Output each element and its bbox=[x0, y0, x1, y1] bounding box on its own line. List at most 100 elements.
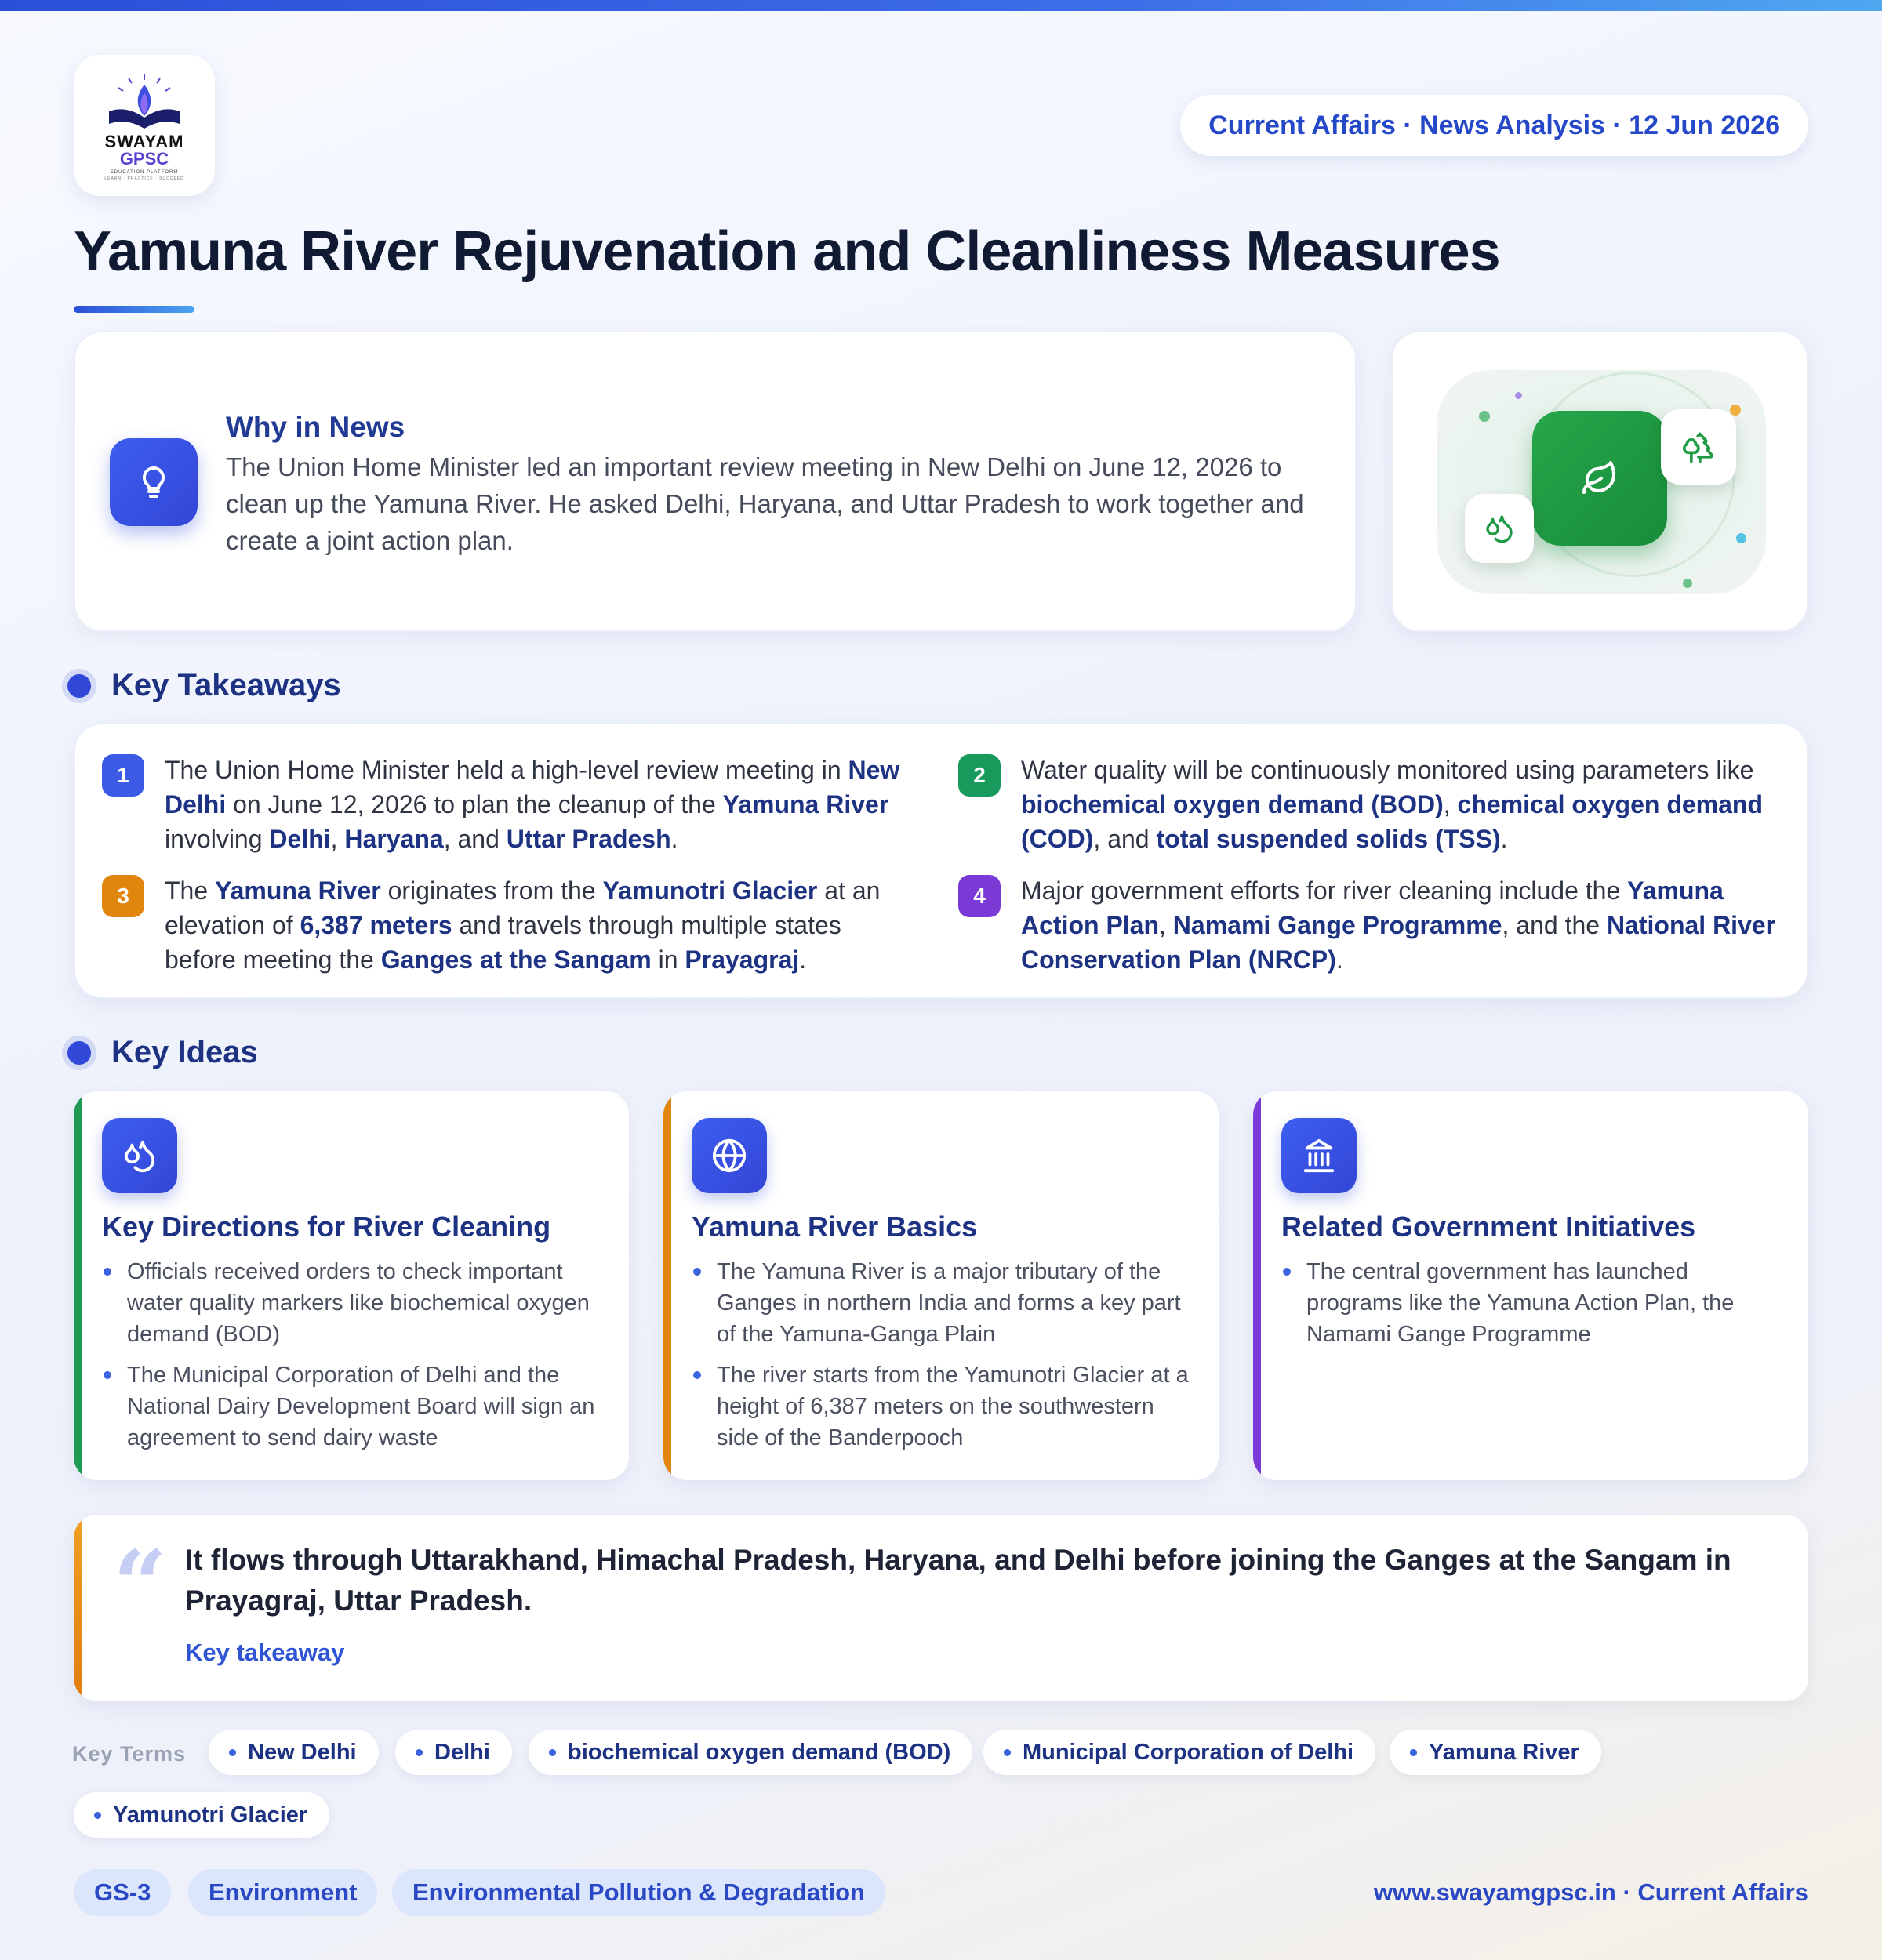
takeaway-text: Major government efforts for river clean… bbox=[1021, 873, 1782, 977]
landmark-icon bbox=[1281, 1118, 1357, 1193]
page-title: Yamuna River Rejuvenation and Cleanlines… bbox=[74, 220, 1501, 283]
takeaway-keyword: Namami Gange Programme bbox=[1172, 911, 1502, 939]
idea-title: Key Directions for River Cleaning bbox=[102, 1210, 551, 1243]
takeaway-number: 4 bbox=[958, 875, 1001, 917]
key-takeaways-header: Key Takeaways bbox=[67, 668, 341, 703]
logo-text-gpsc: GPSC bbox=[119, 148, 169, 169]
takeaway-segment: The bbox=[165, 877, 216, 905]
takeaway-segment: on June 12, 2026 to plan the cleanup of … bbox=[226, 790, 723, 818]
section-title: Key Takeaways bbox=[111, 668, 341, 702]
why-in-news-card: Why in News The Union Home Minister led … bbox=[74, 331, 1357, 632]
takeaway-keyword: Yamuna River bbox=[722, 790, 889, 818]
takeaway-segment: The Union Home Minister held a high-leve… bbox=[165, 756, 848, 784]
logo-tagline: LEARN · PRACTICE · SUCCEED bbox=[104, 176, 184, 181]
decor-dot bbox=[1515, 392, 1522, 399]
topic-tag[interactable]: GS-3 bbox=[74, 1869, 172, 1916]
idea-bullet: The river starts from the Yamunotri Glac… bbox=[692, 1359, 1194, 1454]
section-title: Key Ideas bbox=[111, 1035, 258, 1069]
takeaway-keyword: Yamunotri Glacier bbox=[602, 877, 818, 905]
takeaway-number: 3 bbox=[102, 875, 144, 917]
takeaway-keyword: Yamuna River bbox=[215, 877, 381, 905]
idea-card: Related Government Initiatives The centr… bbox=[1253, 1091, 1808, 1480]
takeaway-segment: , bbox=[1159, 911, 1173, 939]
takeaway-segment: , and bbox=[443, 825, 507, 853]
idea-bullets: The central government has launched prog… bbox=[1281, 1256, 1783, 1359]
footer-link[interactable]: www.swayamgpsc.in · Current Affairs bbox=[1374, 1878, 1808, 1907]
book-flame-icon bbox=[109, 73, 180, 129]
brand-logo[interactable]: SWAYAM GPSC EDUCATION PLATFORM LEARN · P… bbox=[74, 55, 215, 196]
takeaway-keyword: total suspended solids (TSS) bbox=[1156, 825, 1501, 853]
quote-mark-icon: “ bbox=[113, 1530, 168, 1640]
term-chip[interactable]: Yamuna River bbox=[1390, 1730, 1601, 1775]
news-body: The Union Home Minister led an important… bbox=[226, 452, 1304, 555]
takeaway-segment: , bbox=[330, 825, 345, 853]
takeaway-text: Water quality will be continuously monit… bbox=[1021, 753, 1782, 856]
takeaway-keyword: Prayagraj bbox=[685, 946, 800, 974]
takeaway-segment: , and bbox=[1093, 825, 1157, 853]
key-terms-label: Key Terms bbox=[72, 1742, 187, 1766]
takeaway-segment: . bbox=[1335, 946, 1343, 974]
illustration-card bbox=[1391, 331, 1808, 632]
top-accent-bar bbox=[0, 0, 1882, 11]
takeaway-item: 1 The Union Home Minister held a high-lev… bbox=[102, 753, 910, 856]
takeaway-segment: Major government efforts for river clean… bbox=[1021, 877, 1628, 905]
term-chip[interactable]: Yamunotri Glacier bbox=[74, 1792, 330, 1838]
takeaway-number: 1 bbox=[102, 754, 144, 797]
logo-text-swayam: SWAYAM bbox=[104, 131, 184, 151]
droplets-icon bbox=[1465, 494, 1534, 563]
takeaway-keyword: Uttar Pradesh bbox=[506, 825, 671, 853]
term-chip[interactable]: New Delhi bbox=[209, 1730, 379, 1775]
quote-card: “ It flows through Uttarakhand, Himachal… bbox=[74, 1515, 1808, 1701]
takeaway-item: 2 Water quality will be continuously moni… bbox=[958, 753, 1782, 856]
takeaway-segment: . bbox=[799, 946, 807, 974]
card-accent bbox=[663, 1091, 671, 1480]
card-accent bbox=[74, 1515, 82, 1701]
takeaway-keyword: 6,387 meters bbox=[300, 911, 452, 939]
decor-dot bbox=[1479, 411, 1490, 422]
takeaway-segment: originates from the bbox=[380, 877, 603, 905]
term-chip[interactable]: Delhi bbox=[395, 1730, 512, 1775]
takeaway-segment: . bbox=[670, 825, 678, 853]
leaf-icon bbox=[1532, 411, 1667, 546]
idea-title: Yamuna River Basics bbox=[692, 1210, 978, 1243]
takeaway-segment: Water quality will be continuously monit… bbox=[1021, 756, 1754, 784]
term-chip[interactable]: biochemical oxygen demand (BOD) bbox=[529, 1730, 973, 1775]
quote-text: It flows through Uttarakhand, Himachal P… bbox=[185, 1544, 1731, 1617]
idea-bullets: Officials received orders to check impor… bbox=[102, 1256, 604, 1463]
takeaway-number: 2 bbox=[958, 754, 1001, 797]
takeaway-keyword: Ganges at the Sangam bbox=[380, 946, 652, 974]
idea-bullet: Officials received orders to check impor… bbox=[102, 1256, 604, 1350]
idea-bullet: The central government has launched prog… bbox=[1281, 1256, 1783, 1350]
title-underline bbox=[74, 306, 194, 313]
idea-bullet: The Municipal Corporation of Delhi and t… bbox=[102, 1359, 604, 1454]
takeaway-text: The Union Home Minister held a high-leve… bbox=[165, 753, 910, 856]
takeaway-segment: involving bbox=[165, 825, 270, 853]
quote-caption: Key takeaway bbox=[185, 1639, 345, 1666]
topic-tag[interactable]: Environment bbox=[188, 1869, 378, 1916]
decor-dot bbox=[1736, 533, 1746, 543]
idea-card: Key Directions for River Cleaning Offici… bbox=[74, 1091, 629, 1480]
card-accent bbox=[1253, 1091, 1261, 1480]
section-bullet bbox=[67, 1040, 91, 1065]
takeaway-keyword: Delhi bbox=[269, 825, 331, 853]
takeaway-segment: in bbox=[651, 946, 685, 974]
decor-dot bbox=[1683, 579, 1692, 588]
lightbulb-icon bbox=[110, 438, 198, 526]
date-pill: Current Affairs · News Analysis · 12 Jun… bbox=[1180, 95, 1808, 156]
globe-icon bbox=[692, 1118, 767, 1193]
takeaway-text: The Yamuna River originates from the Yam… bbox=[165, 873, 910, 977]
takeaway-keyword: biochemical oxygen demand (BOD) bbox=[1021, 790, 1444, 818]
takeaway-segment: . bbox=[1500, 825, 1508, 853]
takeaway-segment: , and the bbox=[1502, 911, 1607, 939]
takeaway-item: 4 Major government efforts for river clea… bbox=[958, 873, 1782, 977]
section-bullet bbox=[67, 673, 91, 698]
takeaway-keyword: Haryana bbox=[344, 825, 444, 853]
takeaway-item: 3 The Yamuna River originates from the Ya… bbox=[102, 873, 910, 977]
decor-dot bbox=[1730, 405, 1741, 416]
logo-subtext: EDUCATION PLATFORM bbox=[110, 169, 179, 175]
term-chip[interactable]: Municipal Corporation of Delhi bbox=[983, 1730, 1376, 1775]
trees-icon bbox=[1661, 409, 1736, 485]
idea-bullets: The Yamuna River is a major tributary of… bbox=[692, 1256, 1194, 1463]
topic-tag[interactable]: Environmental Pollution & Degradation bbox=[392, 1869, 885, 1916]
idea-title: Related Government Initiatives bbox=[1281, 1210, 1696, 1243]
